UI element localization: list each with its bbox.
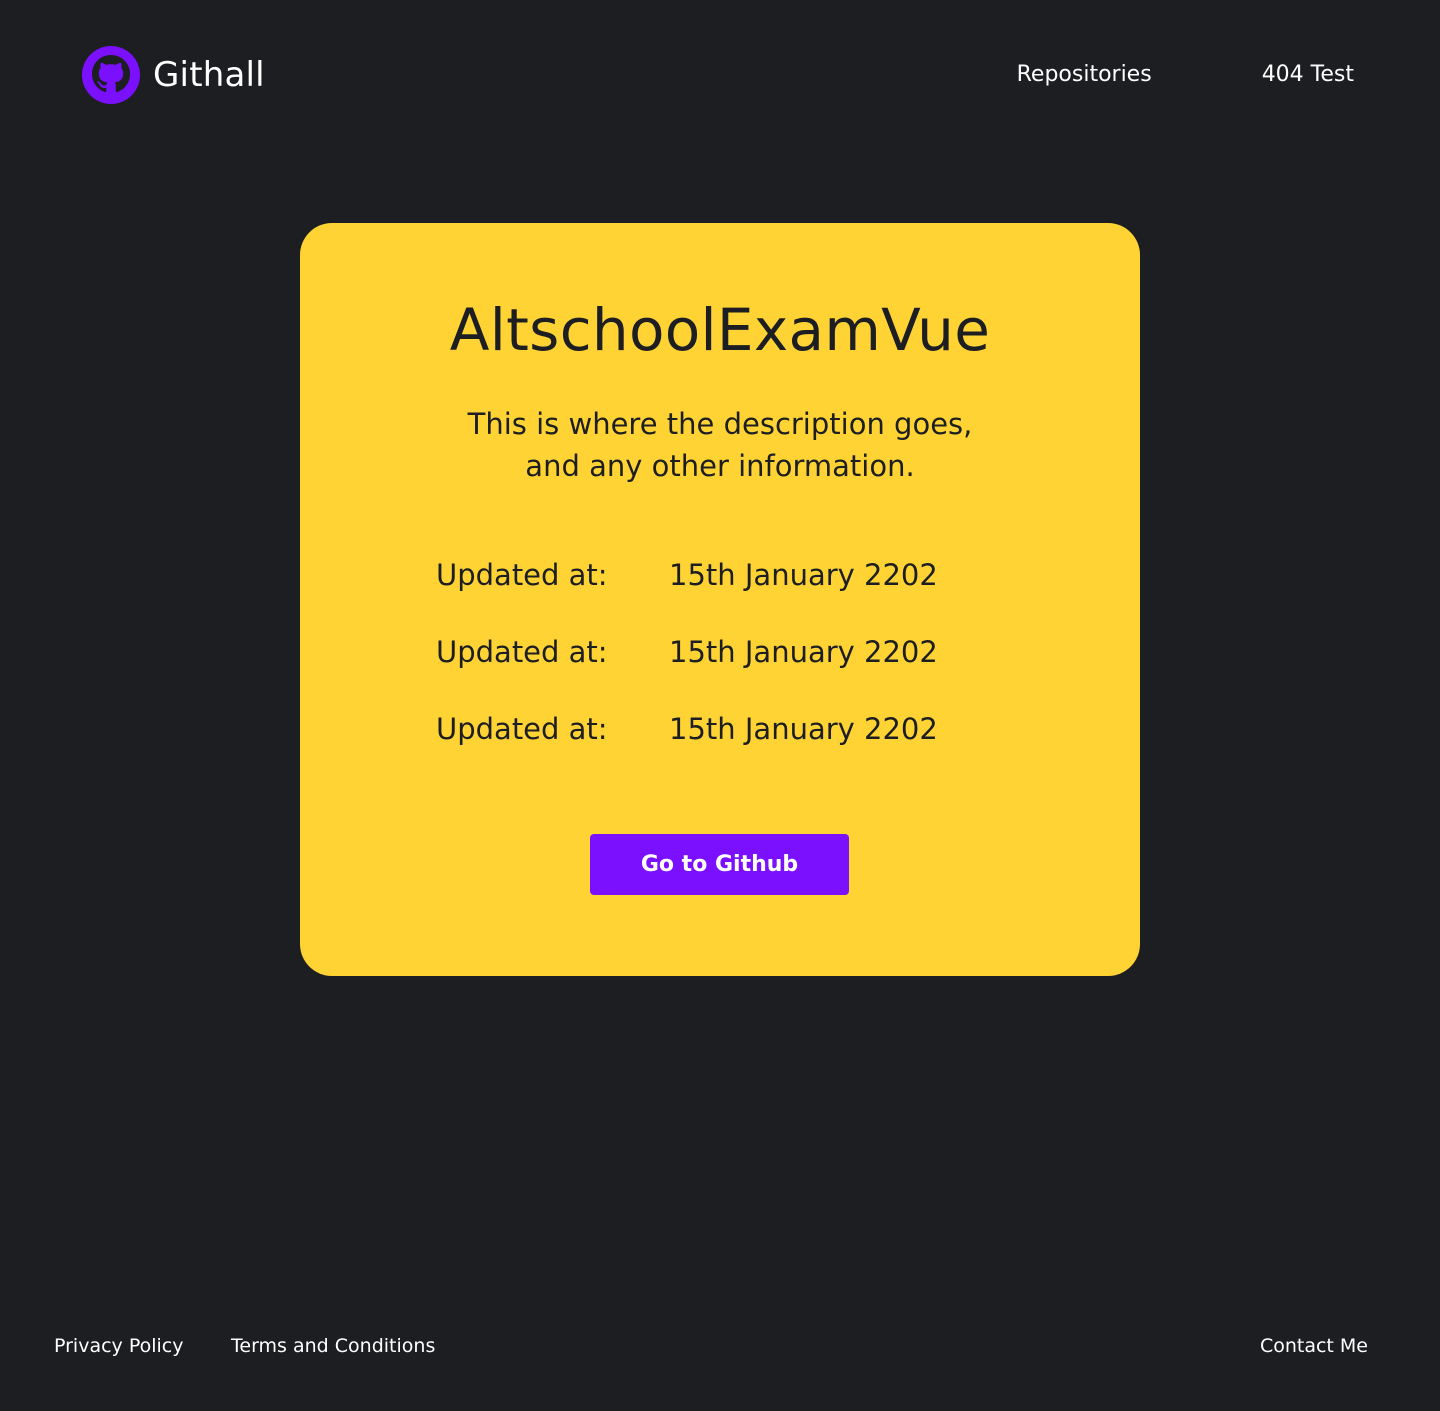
repo-meta-row: Updated at: 15th January 2202 [436,555,1036,632]
terms-link[interactable]: Terms and Conditions [231,1335,435,1357]
meta-label: Updated at: [436,558,608,592]
github-icon [82,46,140,104]
meta-label: Updated at: [436,635,608,669]
main-nav: Repositories 404 Test [1017,62,1354,87]
site-header: Githall Repositories 404 Test [0,0,1440,150]
go-to-github-button[interactable]: Go to Github [590,834,849,895]
repo-meta-row: Updated at: 15th January 2202 [436,709,1036,786]
repo-title: AltschoolExamVue [449,296,991,364]
meta-value: 15th January 2202 [669,558,938,592]
nav-404-test-link[interactable]: 404 Test [1262,62,1354,87]
repo-card: AltschoolExamVue This is where the descr… [300,223,1140,976]
brand-name: Githall [153,55,265,95]
repo-meta-row: Updated at: 15th January 2202 [436,632,1036,709]
contact-link[interactable]: Contact Me [1260,1335,1368,1357]
brand-link[interactable]: Githall [82,46,265,104]
repo-description: This is where the description goes, and … [300,403,1140,487]
meta-value: 15th January 2202 [669,712,938,746]
nav-repositories-link[interactable]: Repositories [1017,62,1152,87]
meta-value: 15th January 2202 [669,635,938,669]
site-footer: Privacy Policy Terms and Conditions Cont… [0,1325,1440,1369]
meta-label: Updated at: [436,712,608,746]
repo-description-line: and any other information. [525,449,915,483]
repo-description-line: This is where the description goes, [467,407,973,441]
privacy-policy-link[interactable]: Privacy Policy [54,1335,183,1357]
repo-meta-list: Updated at: 15th January 2202 Updated at… [436,555,1036,786]
